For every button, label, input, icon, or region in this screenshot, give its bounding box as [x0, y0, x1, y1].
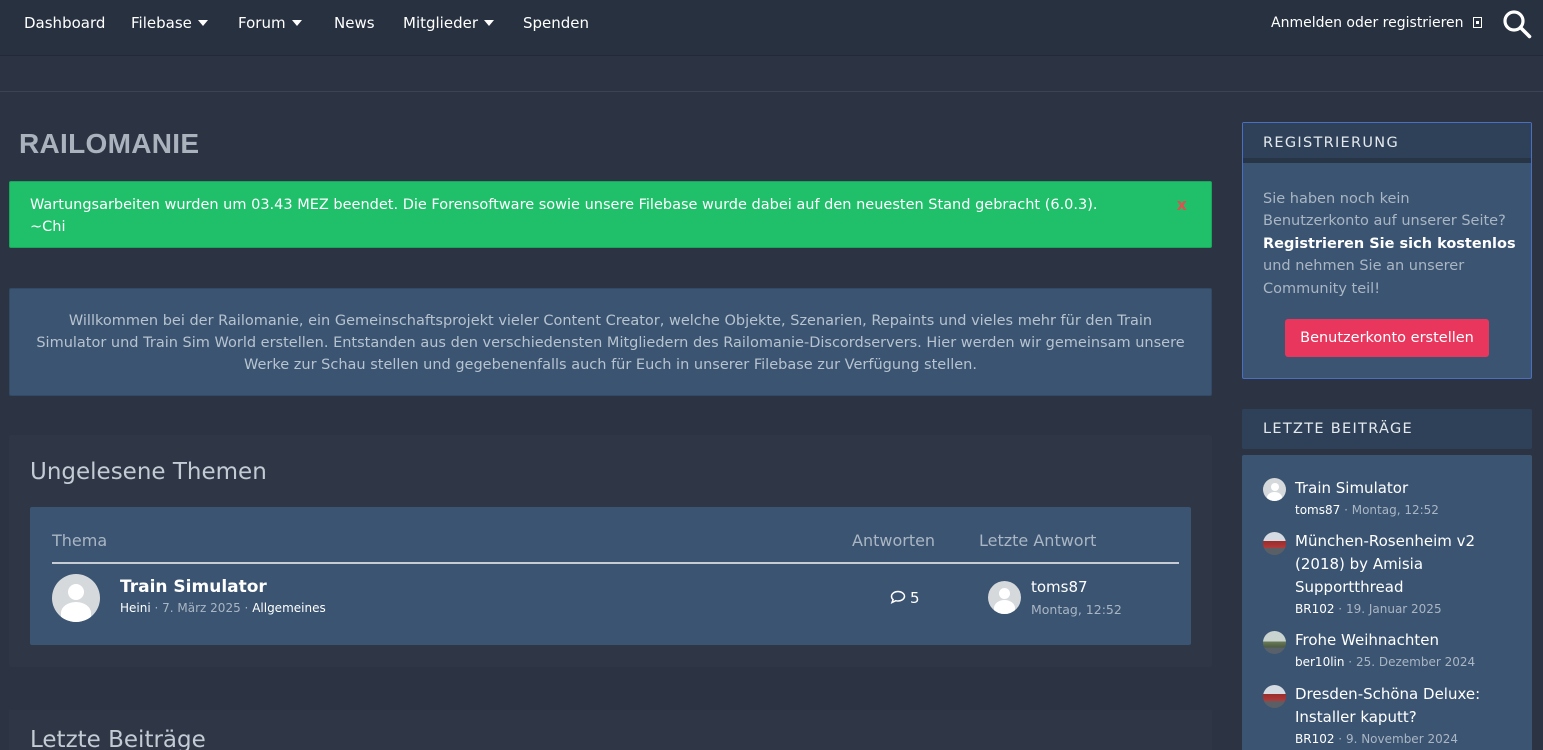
- post-title-link[interactable]: Train Simulator: [1295, 477, 1525, 500]
- column-header-last-reply[interactable]: Letzte Antwort: [979, 531, 1096, 550]
- column-header-topic[interactable]: Thema: [52, 531, 107, 550]
- last-reply-user-link[interactable]: toms87: [1031, 578, 1088, 596]
- login-register-link[interactable]: Anmelden oder registrieren: [1271, 0, 1482, 46]
- nav-filebase[interactable]: Filebase: [131, 0, 208, 46]
- unread-topics-title: Ungelesene Themen: [30, 459, 267, 485]
- post-meta: toms87 · Montag, 12:52: [1295, 503, 1439, 517]
- latest-posts-list: Train Simulator toms87 · Montag, 12:52 M…: [1242, 455, 1532, 750]
- nav-news[interactable]: News: [334, 0, 375, 46]
- sub-navigation-bar: [0, 56, 1543, 92]
- nav-dashboard[interactable]: Dashboard: [24, 0, 105, 46]
- comment-icon: [890, 590, 906, 604]
- post-title-link[interactable]: München-Rosenheim v2 (2018) by Amisia Su…: [1295, 530, 1525, 598]
- notice-text: Wartungsarbeiten wurden um 03.43 MEZ bee…: [30, 197, 1098, 213]
- avatar[interactable]: [988, 581, 1021, 614]
- topic-author-link[interactable]: Heini: [120, 601, 151, 615]
- welcome-message: Willkommen bei der Railomanie, ein Gemei…: [9, 288, 1212, 396]
- page-title: RAILOMANIE: [19, 128, 200, 159]
- login-icon: [1472, 17, 1482, 28]
- chevron-down-icon: [291, 20, 302, 26]
- post-title-link[interactable]: Frohe Weihnachten: [1295, 629, 1525, 652]
- registration-text: Sie haben noch kein Benutzerkonto auf un…: [1263, 191, 1516, 297]
- nav-mitglieder[interactable]: Mitglieder: [403, 0, 494, 46]
- nav-forum[interactable]: Forum: [238, 0, 302, 46]
- avatar[interactable]: [1263, 685, 1286, 708]
- post-meta: ber10lin · 25. Dezember 2024: [1295, 655, 1476, 669]
- chevron-down-icon: [484, 20, 494, 26]
- avatar[interactable]: [1263, 532, 1286, 555]
- registration-emphasis: Registrieren Sie sich kostenlos: [1263, 235, 1516, 252]
- last-reply-time: Montag, 12:52: [1031, 602, 1122, 617]
- latest-posts-header: LETZTE BEITRÄGE: [1242, 409, 1532, 449]
- post-meta: BR102 · 9. November 2024: [1295, 732, 1458, 746]
- registration-box: REGISTRIERUNG Sie haben noch kein Benutz…: [1242, 122, 1532, 379]
- latest-posts-title: Letzte Beiträge: [30, 727, 206, 750]
- reply-count: 5: [890, 589, 920, 607]
- topic-board-link[interactable]: Allgemeines: [252, 601, 326, 615]
- topic-title-link[interactable]: Train Simulator: [120, 577, 267, 597]
- close-icon[interactable]: x: [1177, 194, 1187, 216]
- maintenance-notice: Wartungsarbeiten wurden um 03.43 MEZ bee…: [9, 181, 1212, 248]
- header-divider: [52, 562, 1179, 564]
- post-title-link[interactable]: Dresden-Schöna Deluxe: Installer kaputt?: [1295, 683, 1525, 729]
- post-meta: BR102 · 19. Januar 2025: [1295, 602, 1442, 616]
- registration-header: REGISTRIERUNG: [1243, 123, 1531, 163]
- nav-spenden[interactable]: Spenden: [523, 0, 589, 46]
- search-icon[interactable]: [1502, 9, 1532, 39]
- topic-meta: Heini · 7. März 2025 · Allgemeines: [120, 601, 326, 615]
- avatar[interactable]: [1263, 478, 1286, 501]
- avatar[interactable]: [52, 574, 100, 622]
- avatar[interactable]: [1263, 631, 1286, 654]
- notice-signature: ~Chi: [30, 219, 66, 235]
- column-header-replies[interactable]: Antworten: [852, 531, 935, 550]
- topic-date: 7. März 2025: [162, 601, 241, 615]
- topics-table: Thema Antworten Letzte Antwort Train Sim…: [30, 507, 1191, 645]
- chevron-down-icon: [197, 20, 208, 26]
- create-account-button[interactable]: Benutzerkonto erstellen: [1285, 319, 1489, 357]
- top-navigation: Dashboard Filebase Forum News Mitglieder…: [0, 0, 1543, 56]
